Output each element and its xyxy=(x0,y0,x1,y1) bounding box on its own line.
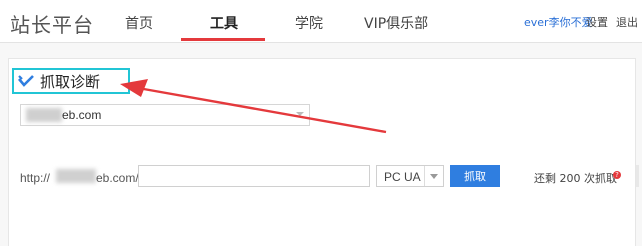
nav-academy[interactable]: 学院 xyxy=(295,13,323,33)
nav-home[interactable]: 首页 xyxy=(125,13,153,33)
nav-active-underline xyxy=(181,38,265,41)
help-icon[interactable]: ? xyxy=(613,171,621,179)
domain-select-value: eb.com xyxy=(62,108,102,122)
fetch-button[interactable]: 抓取 xyxy=(450,165,500,187)
page: 站长平台 首页 工具 学院 VIP俱乐部 ever李你不爱 设置 退出 抓取诊断… xyxy=(0,0,642,246)
url-domain-label: eb.com/ xyxy=(96,171,139,185)
nav-vip-club[interactable]: VIP俱乐部 xyxy=(364,13,428,33)
logout-link[interactable]: 退出 xyxy=(616,14,638,30)
check-icon xyxy=(18,75,34,87)
chevron-down-icon xyxy=(296,112,304,116)
redacted-domain-part xyxy=(26,108,62,122)
url-path-input[interactable] xyxy=(138,165,370,187)
url-scheme-label: http:// xyxy=(20,171,51,185)
site-brand[interactable]: 站长平台 xyxy=(10,9,94,38)
user-name-link[interactable]: ever李你不爱 xyxy=(524,14,593,30)
scrollbar-edge xyxy=(636,165,639,187)
settings-link[interactable]: 设置 xyxy=(586,14,608,30)
redacted-url-part xyxy=(56,169,96,183)
section-title: 抓取诊断 xyxy=(40,73,101,91)
select-divider xyxy=(424,166,425,186)
chevron-down-icon[interactable] xyxy=(430,174,438,179)
user-agent-value: PC UA xyxy=(384,170,421,184)
remaining-fetch-count: 还剩 200 次抓取 xyxy=(534,172,617,185)
nav-tools[interactable]: 工具 xyxy=(210,13,238,33)
